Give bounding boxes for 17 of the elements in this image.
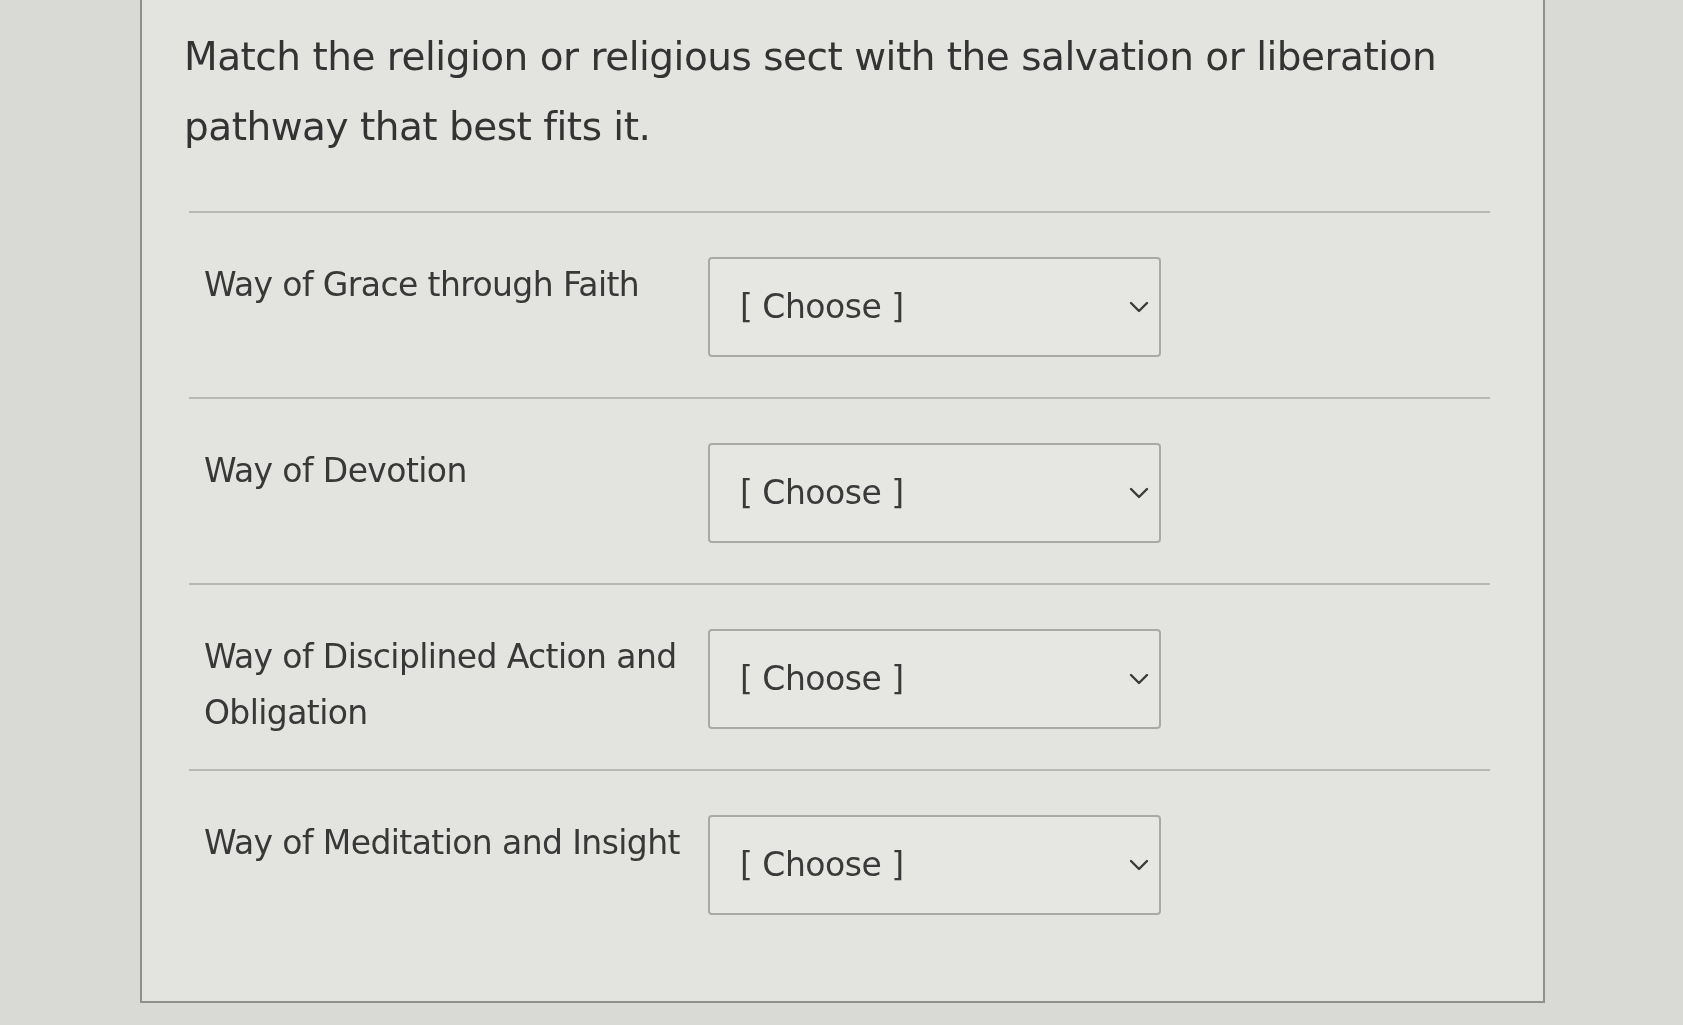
dropdown-value: [ Choose ] xyxy=(740,658,904,701)
chevron-down-icon xyxy=(1129,301,1149,313)
choose-dropdown[interactable]: [ Choose ] xyxy=(708,443,1161,543)
choose-dropdown[interactable]: [ Choose ] xyxy=(708,815,1161,915)
choose-dropdown[interactable]: [ Choose ] xyxy=(708,629,1161,729)
pathway-label: Way of Meditation and Insight xyxy=(204,822,681,864)
pathway-label: Way of Disciplined Action and Obligation xyxy=(204,636,678,734)
pathway-label: Way of Grace through Faith xyxy=(204,264,641,306)
pathway-label: Way of Devotion xyxy=(204,450,468,492)
chevron-down-icon xyxy=(1129,673,1149,685)
question-text: Match the religion or religious sect with the salvation or liberation pathway that best fits it. xyxy=(183,33,1438,151)
chevron-down-icon xyxy=(1129,487,1149,499)
dropdown-value: [ Choose ] xyxy=(740,472,904,515)
dropdown-value: [ Choose ] xyxy=(740,286,904,329)
chevron-down-icon xyxy=(1129,859,1149,871)
dropdown-value: [ Choose ] xyxy=(740,844,904,887)
choose-dropdown[interactable]: [ Choose ] xyxy=(708,257,1161,357)
